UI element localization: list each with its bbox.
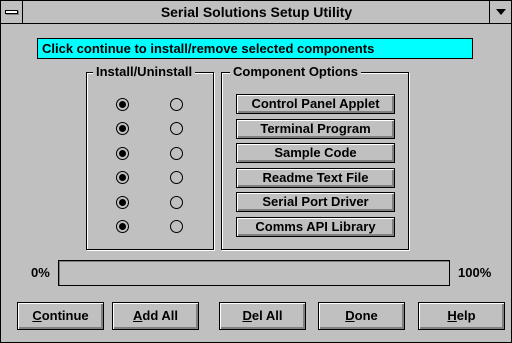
install-radio-2[interactable] [116, 122, 129, 135]
progress-bar [58, 260, 450, 286]
control-panel-applet-button[interactable]: Control Panel Applet [236, 94, 395, 114]
readme-text-file-button[interactable]: Readme Text File [236, 168, 395, 188]
continue-button[interactable]: Continue [17, 302, 104, 330]
sample-code-button[interactable]: Sample Code [236, 143, 395, 163]
help-label: elp [456, 308, 476, 323]
uninstall-radio-4[interactable] [170, 171, 183, 184]
install-uninstall-group: Install/Uninstall [86, 64, 214, 250]
uninstall-radio-2[interactable] [170, 122, 183, 135]
component-options-group: Component Options Control Panel Applet T… [221, 64, 409, 250]
install-radio-3[interactable] [116, 147, 129, 160]
window-title: Serial Solutions Setup Utility [24, 1, 489, 23]
add-all-button[interactable]: Add All [112, 302, 199, 330]
system-menu-icon [5, 10, 18, 14]
terminal-program-button[interactable]: Terminal Program [236, 119, 395, 139]
del-all-button[interactable]: Del All [219, 302, 306, 330]
chevron-down-icon [496, 9, 506, 15]
system-menu-button[interactable] [1, 1, 23, 23]
uninstall-radio-5[interactable] [170, 196, 183, 209]
continue-accel: C [32, 308, 42, 323]
del-all-accel: D [242, 308, 252, 323]
install-group-title: Install/Uninstall [93, 64, 196, 80]
progress-min-label: 0% [31, 265, 50, 280]
uninstall-radio-1[interactable] [170, 98, 183, 111]
add-all-accel: A [132, 308, 143, 323]
done-button[interactable]: Done [318, 302, 405, 330]
help-accel: H [447, 308, 457, 323]
install-radio-4[interactable] [116, 171, 129, 184]
install-radio-6[interactable] [116, 220, 129, 233]
progress-max-label: 100% [458, 265, 492, 280]
uninstall-radio-3[interactable] [170, 147, 183, 160]
options-group-title: Component Options [230, 64, 361, 80]
status-message: Click continue to install/remove selecte… [37, 38, 473, 59]
done-label: one [354, 308, 378, 323]
continue-label: ontinue [41, 308, 89, 323]
done-accel: D [345, 308, 355, 323]
uninstall-radio-6[interactable] [170, 220, 183, 233]
comms-api-library-button[interactable]: Comms API Library [236, 217, 395, 237]
del-all-label: el All [251, 308, 283, 323]
minimize-button[interactable] [489, 1, 511, 23]
title-bar: Serial Solutions Setup Utility [1, 1, 511, 24]
install-radio-1[interactable] [116, 98, 129, 111]
setup-window: Serial Solutions Setup Utility Click con… [0, 0, 512, 343]
install-radio-5[interactable] [116, 196, 129, 209]
add-all-label: dd All [142, 308, 178, 323]
serial-port-driver-button[interactable]: Serial Port Driver [236, 192, 395, 212]
help-button[interactable]: Help [418, 302, 505, 330]
